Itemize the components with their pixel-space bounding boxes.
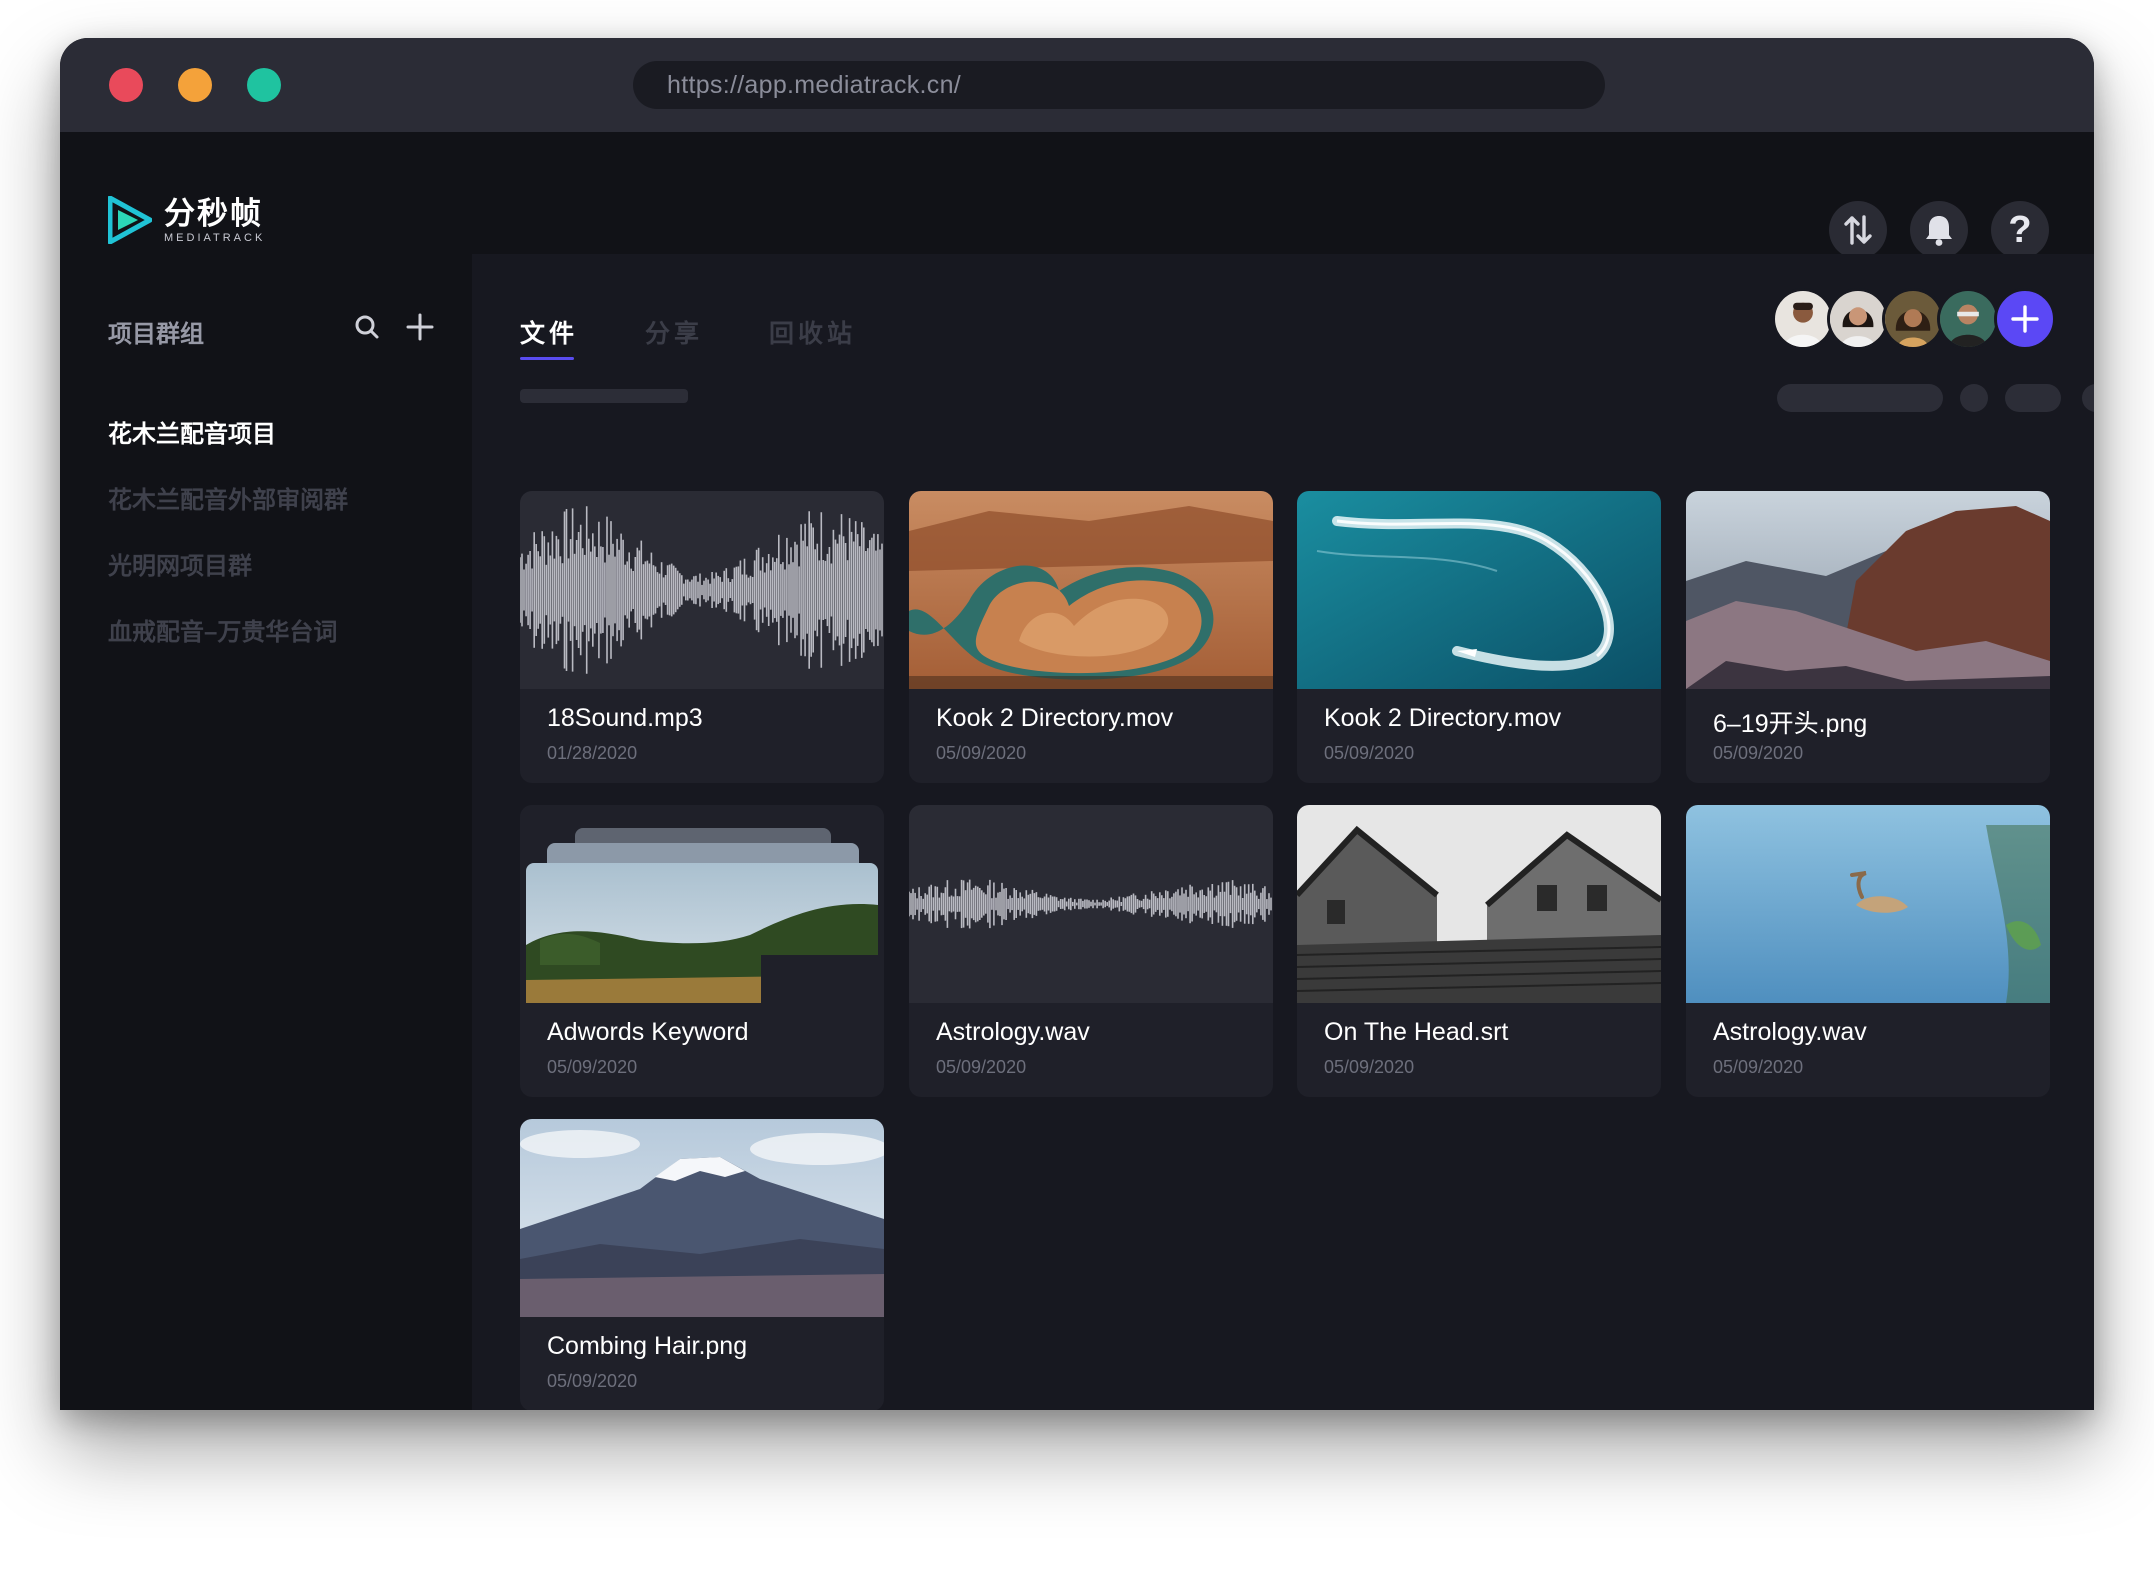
file-name: Kook 2 Directory.mov <box>1324 704 1562 732</box>
sidebar-heading: 项目群组 <box>108 321 204 348</box>
folder-name: Adwords Keyword <box>547 1018 749 1046</box>
transfer-icon <box>1844 215 1872 245</box>
file-date: 01/28/2020 <box>547 743 638 763</box>
tab-trash[interactable]: 回收站 <box>769 314 856 350</box>
file-name: 6–19开头.png <box>1713 710 1868 738</box>
logo-play-icon <box>108 196 152 244</box>
file-card[interactable]: 18Sound.mp3 01/28/2020 <box>520 491 884 783</box>
sidebar-item-review-group[interactable]: 花木兰配音外部审阅群 <box>108 480 348 515</box>
avatar[interactable] <box>1937 288 1999 350</box>
folder-stack-thumbnail <box>520 805 884 1003</box>
ocean-thumbnail <box>1297 491 1661 689</box>
tab-share[interactable]: 分享 <box>645 314 703 350</box>
view-toggle-placeholder[interactable] <box>2005 384 2061 412</box>
sidebar-item-project[interactable]: 花木兰配音项目 <box>108 414 276 449</box>
browser-window: https://app.mediatrack.cn/ 分秒帧 MEDIATRAC… <box>60 38 2094 1410</box>
title-bar: https://app.mediatrack.cn/ <box>60 38 2094 132</box>
toolbar-dot-placeholder[interactable] <box>2082 384 2094 412</box>
file-name: Astrology.wav <box>936 1018 1090 1046</box>
add-member-button[interactable] <box>1994 288 2056 350</box>
file-card[interactable]: Kook 2 Directory.mov 05/09/2020 <box>1297 491 1661 783</box>
file-name: Astrology.wav <box>1713 1018 1867 1046</box>
transfer-button[interactable] <box>1829 201 1887 259</box>
help-button[interactable]: ? <box>1991 201 2049 259</box>
file-card[interactable]: Astrology.wav 05/09/2020 <box>909 805 1273 1097</box>
filter-placeholder[interactable] <box>1777 384 1943 412</box>
audio-waveform-thumbnail <box>909 805 1273 1003</box>
file-name: Kook 2 Directory.mov <box>936 704 1174 732</box>
file-date: 05/09/2020 <box>547 1371 638 1391</box>
plus-icon <box>2011 305 2039 333</box>
close-window-button[interactable] <box>109 68 143 102</box>
folder-card[interactable]: Adwords Keyword 05/09/2020 <box>520 805 884 1097</box>
maximize-window-button[interactable] <box>247 68 281 102</box>
logo-subtext: MEDIATRACK <box>164 231 266 244</box>
canyon-thumbnail <box>909 491 1273 689</box>
file-card[interactable]: Kook 2 Directory.mov 05/09/2020 <box>909 491 1273 783</box>
file-date: 05/09/2020 <box>547 1057 638 1077</box>
pelican-thumbnail <box>1686 805 2050 1003</box>
audio-waveform-thumbnail <box>520 491 884 689</box>
breadcrumb-placeholder <box>520 389 688 403</box>
notifications-button[interactable] <box>1910 201 1968 259</box>
mountains-thumbnail <box>1686 491 2050 689</box>
member-avatars <box>1772 288 2062 352</box>
file-card[interactable]: Combing Hair.png 05/09/2020 <box>520 1119 884 1410</box>
minimize-window-button[interactable] <box>178 68 212 102</box>
file-name: Combing Hair.png <box>547 1332 748 1360</box>
toolbar-dot-placeholder[interactable] <box>1960 384 1988 412</box>
file-name: On The Head.srt <box>1324 1018 1509 1046</box>
file-card[interactable]: 6–19开头.png 05/09/2020 <box>1686 491 2050 783</box>
file-date: 05/09/2020 <box>936 1057 1027 1077</box>
file-date: 05/09/2020 <box>936 743 1027 763</box>
avatar[interactable] <box>1827 288 1889 350</box>
logo-text: 分秒帧 <box>164 195 263 231</box>
sidebar: 项目群组 花木兰配音项目 花木兰配音外部审阅群 光明网项目群 血戒配音–万贵华台… <box>60 254 472 1410</box>
avatar[interactable] <box>1882 288 1944 350</box>
avatar[interactable] <box>1772 288 1834 350</box>
search-icon[interactable] <box>352 312 382 342</box>
address-bar[interactable]: https://app.mediatrack.cn/ <box>633 61 1605 109</box>
file-date: 05/09/2020 <box>1713 743 1804 763</box>
tab-files[interactable]: 文件 <box>520 314 578 360</box>
file-card[interactable]: On The Head.srt 05/09/2020 <box>1297 805 1661 1097</box>
file-date: 05/09/2020 <box>1324 743 1415 763</box>
file-date: 05/09/2020 <box>1713 1057 1804 1077</box>
file-card[interactable]: Astrology.wav 05/09/2020 <box>1686 805 2050 1097</box>
app-logo[interactable]: 分秒帧 MEDIATRACK <box>108 194 265 246</box>
sidebar-item-xuejie[interactable]: 血戒配音–万贵华台词 <box>108 612 337 647</box>
file-name: 18Sound.mp3 <box>547 704 703 732</box>
houses-thumbnail <box>1297 805 1661 1003</box>
snow-mountain-thumbnail <box>520 1119 884 1317</box>
file-date: 05/09/2020 <box>1324 1057 1415 1077</box>
help-icon: ? <box>2008 208 2032 251</box>
bell-icon <box>1926 216 1952 246</box>
sidebar-item-guangming[interactable]: 光明网项目群 <box>108 546 252 581</box>
add-group-icon[interactable] <box>405 312 435 342</box>
main-panel: 文件 分享 回收站 18Sound.mp3 01/28/2020 Kook 2 … <box>472 254 2094 1410</box>
